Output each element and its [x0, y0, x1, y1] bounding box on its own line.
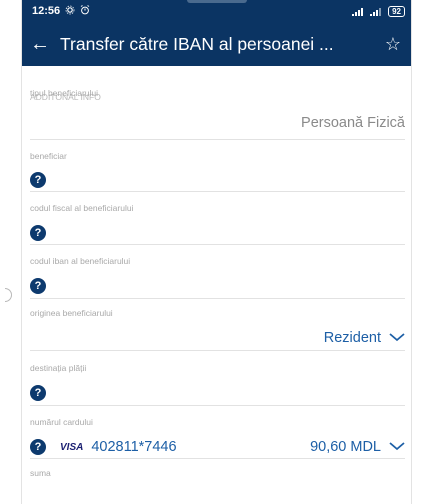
amount-label: suma: [30, 468, 51, 478]
help-icon[interactable]: ?: [30, 225, 46, 241]
title-bar: ← Transfer către IBAN al persoanei ... ☆: [22, 22, 411, 66]
chevron-down-icon: [389, 330, 405, 346]
beneficiary-label: beneficiar: [30, 151, 67, 161]
help-icon[interactable]: ?: [30, 439, 46, 455]
help-icon[interactable]: ?: [30, 172, 46, 188]
battery-icon: 92: [388, 5, 405, 17]
origin-select[interactable]: Rezident: [324, 330, 405, 346]
fiscal-code-label: codul fiscal al beneficiarului: [30, 203, 134, 213]
card-select[interactable]: 90,60 MDL: [310, 439, 405, 455]
iban-field[interactable]: codul iban al beneficiarului ?: [30, 245, 405, 299]
beneficiary-type-label: tipul beneficiarului: [30, 88, 99, 98]
origin-field[interactable]: originea beneficiarului Rezident: [30, 299, 405, 351]
fiscal-code-field[interactable]: codul fiscal al beneficiarului ?: [30, 192, 405, 245]
beneficiary-field[interactable]: beneficiar ?: [30, 140, 405, 192]
beneficiary-type-field[interactable]: tipul beneficiarului Persoană Fizică: [30, 86, 405, 140]
star-icon[interactable]: ☆: [385, 34, 401, 55]
amount-field[interactable]: suma: [30, 459, 405, 480]
card-number-value: 402811*7446: [91, 439, 177, 455]
status-time: 12:56: [32, 5, 61, 17]
card-number-label: numărul cardului: [30, 417, 93, 427]
origin-value: Rezident: [323, 330, 381, 346]
back-arrow-icon[interactable]: ←: [30, 34, 50, 54]
payment-destination-field[interactable]: destinația plății ?: [30, 351, 405, 406]
notch: [186, 0, 247, 3]
iban-label: codul iban al beneficiarului: [30, 256, 131, 266]
app-screen: 12:56 92 ← Transfer către IBAN al persoa…: [22, 0, 411, 504]
page-title: Transfer către IBAN al persoanei ...: [60, 33, 334, 54]
help-icon[interactable]: ?: [30, 278, 46, 294]
origin-label: originea beneficiarului: [30, 308, 113, 318]
card-number-field[interactable]: numărul cardului ? VISA 402811*7446 90,6…: [30, 406, 405, 459]
form: ADDITONAL INFO tipul beneficiarului Pers…: [22, 66, 411, 480]
status-bar: 12:56 92: [22, 0, 411, 22]
alarm-icon: [80, 4, 90, 18]
header: 12:56 92 ← Transfer către IBAN al persoa…: [22, 0, 411, 66]
chevron-down-icon: [389, 439, 405, 455]
help-icon[interactable]: ?: [30, 385, 46, 401]
left-frame: [0, 0, 22, 504]
card-balance: 90,60 MDL: [310, 439, 381, 455]
payment-destination-label: destinația plății: [30, 363, 87, 373]
signal-icon: [352, 7, 366, 16]
beneficiary-type-value: Persoană Fizică: [301, 115, 405, 131]
visa-logo: VISA: [60, 441, 84, 453]
gear-icon: [65, 5, 75, 18]
signal-icon-2: [370, 7, 384, 16]
right-frame: [411, 0, 433, 504]
